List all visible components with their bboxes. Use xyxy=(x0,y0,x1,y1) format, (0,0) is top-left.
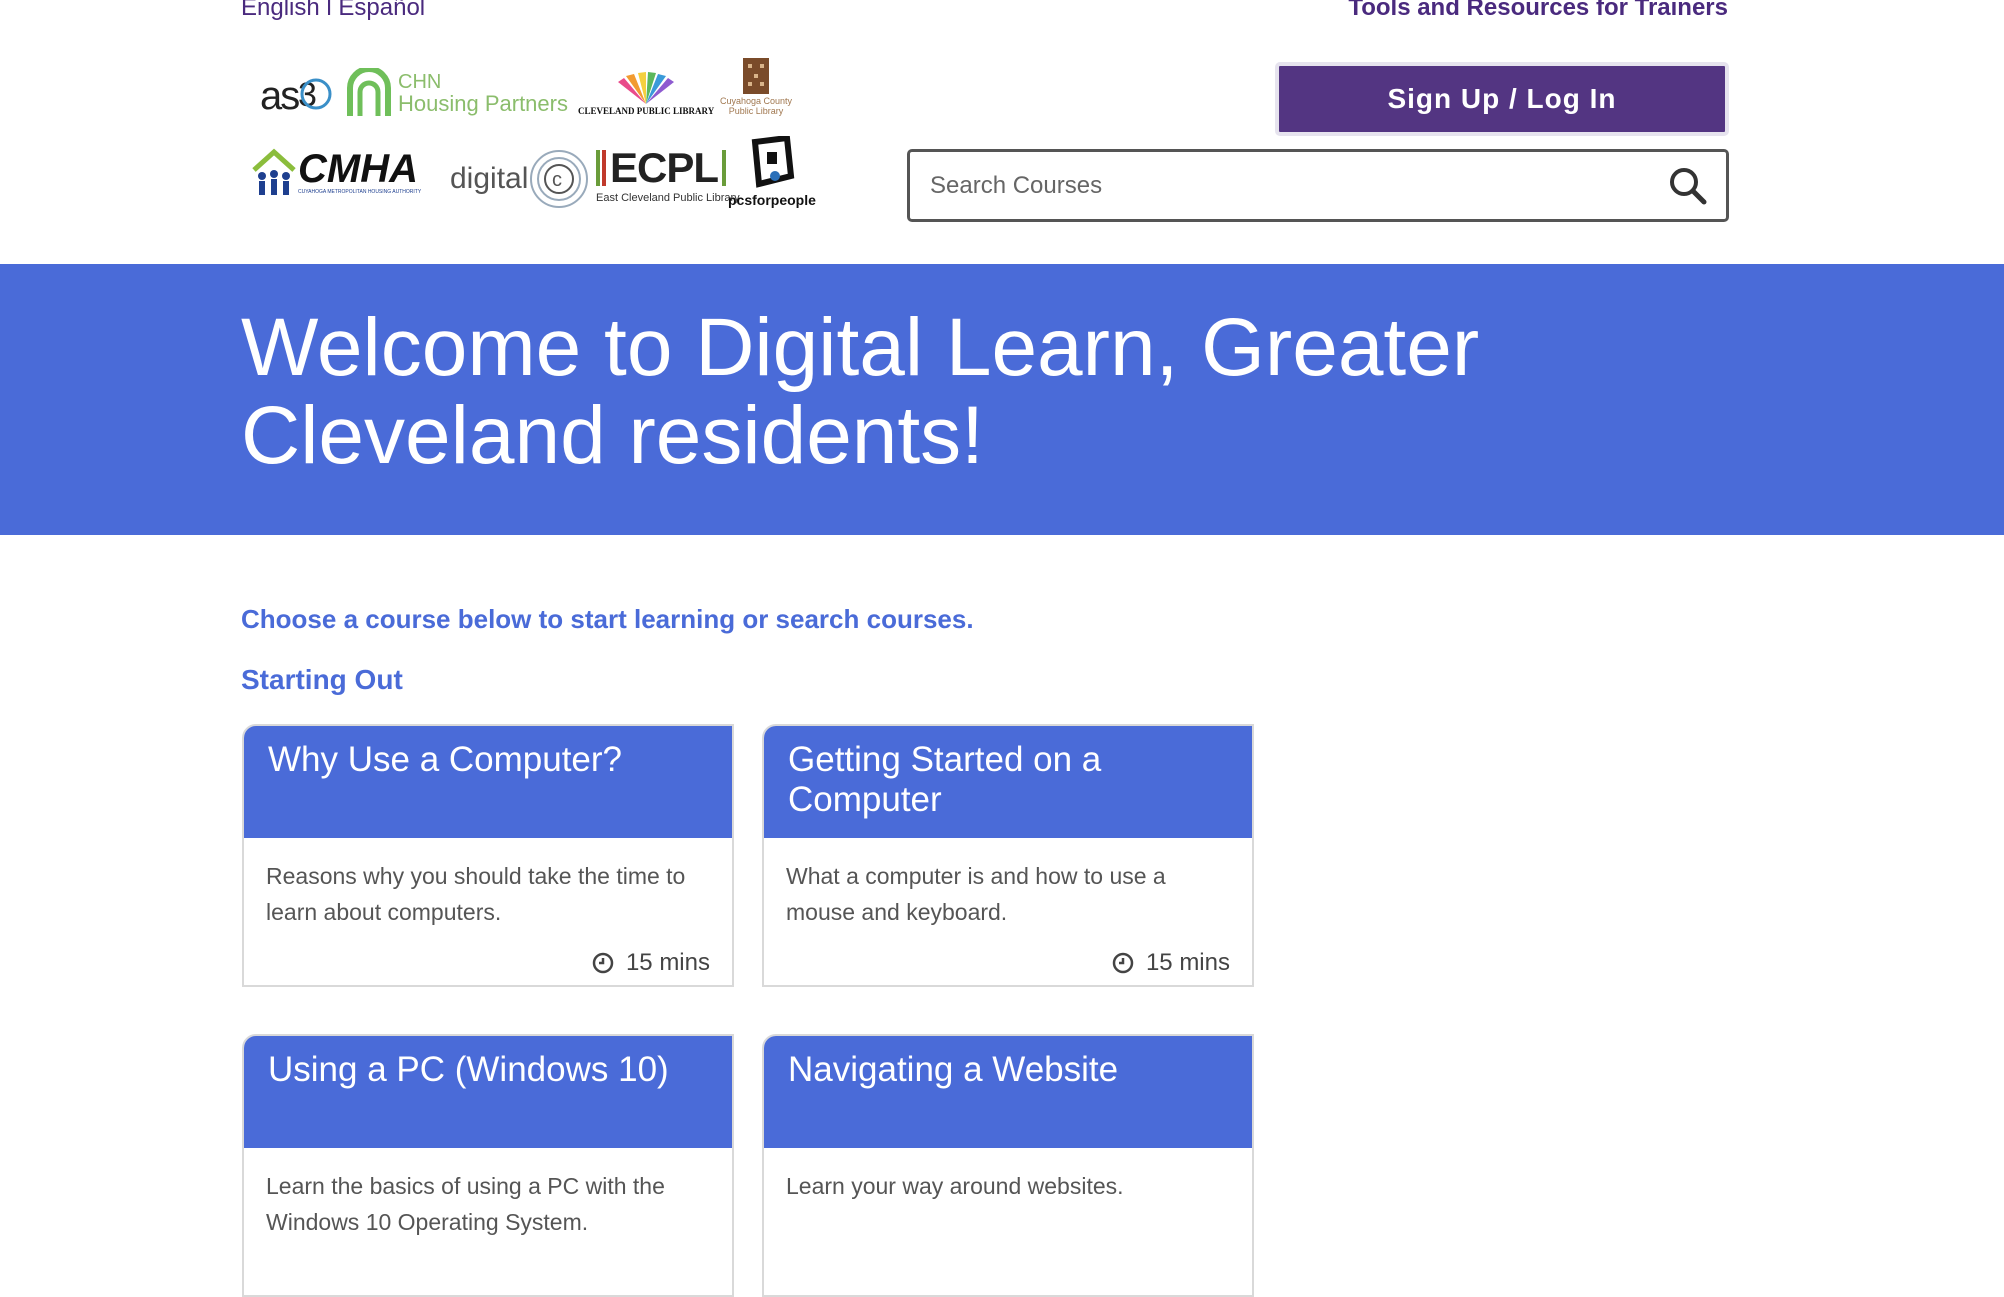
course-card[interactable]: Getting Started on a Computer What a com… xyxy=(762,724,1254,987)
search-icon[interactable] xyxy=(1668,166,1708,206)
lang-espanol-link[interactable]: Español xyxy=(338,0,425,21)
clock-icon xyxy=(592,952,614,974)
cmha-logo: CMHA CUYAHOGA METROPOLITAN HOUSING AUTHO… xyxy=(250,146,421,198)
ecpl-logo: ECPL East Cleveland Public Library xyxy=(596,144,740,204)
pcs-for-people-mark-icon xyxy=(751,136,795,188)
digital-c-logo: digital c xyxy=(450,148,590,210)
cpl-fan-icon xyxy=(618,72,675,104)
clock-icon xyxy=(1112,952,1134,974)
course-description: Learn your way around websites. xyxy=(786,1173,1124,1199)
svg-text:c: c xyxy=(552,169,562,191)
course-card[interactable]: Why Use a Computer? Reasons why you shou… xyxy=(242,724,734,987)
course-card[interactable]: Navigating a Website Learn your way arou… xyxy=(762,1034,1254,1297)
welcome-banner: Welcome to Digital Learn, Greater Clevel… xyxy=(0,264,2004,535)
aseb-logo: as 3 xyxy=(260,72,334,120)
cleveland-public-library-logo: CLEVELAND PUBLIC LIBRARY xyxy=(578,72,714,116)
course-duration: 15 mins xyxy=(1112,949,1230,977)
cuyahoga-county-library-logo: Cuyahoga County Public Library xyxy=(720,56,792,116)
language-switcher: English l Español xyxy=(241,0,425,22)
course-title[interactable]: Why Use a Computer? xyxy=(244,726,732,838)
course-description: What a computer is and how to use a mous… xyxy=(786,863,1166,925)
cmha-house-icon xyxy=(252,148,296,195)
digital-c-circle-icon: c xyxy=(530,150,589,208)
search-box xyxy=(907,149,1729,222)
course-title[interactable]: Getting Started on a Computer xyxy=(764,726,1252,838)
chn-housing-partners-logo: CHN Housing Partners xyxy=(346,68,568,118)
chn-arch-icon xyxy=(347,68,391,116)
duration-text: 15 mins xyxy=(1145,949,1230,976)
course-description: Reasons why you should take the time to … xyxy=(266,863,686,925)
aseb-mark-icon: 3 xyxy=(298,76,332,114)
ccpl-building-icon xyxy=(743,58,770,94)
intro-text: Choose a course below to start learning … xyxy=(241,604,974,634)
page-title: Welcome to Digital Learn, Greater Clevel… xyxy=(241,302,1480,481)
pcs-for-people-logo: pcsforpeople xyxy=(728,136,816,208)
course-description: Learn the basics of using a PC with the … xyxy=(266,1173,665,1235)
section-title-starting-out: Starting Out xyxy=(241,664,403,695)
search-input[interactable] xyxy=(928,170,1668,201)
course-title[interactable]: Navigating a Website xyxy=(764,1036,1252,1148)
lang-separator: l xyxy=(319,0,339,21)
course-title[interactable]: Using a PC (Windows 10) xyxy=(244,1036,732,1148)
course-card[interactable]: Using a PC (Windows 10) Learn the basics… xyxy=(242,1034,734,1297)
partner-logos: as 3 CHN Housing Partners CLEVELAND PUBL… xyxy=(250,50,830,230)
lang-english-link[interactable]: English xyxy=(241,0,320,21)
trainers-resources-link[interactable]: Tools and Resources for Trainers xyxy=(1348,0,1728,22)
signup-login-button[interactable]: Sign Up / Log In xyxy=(1275,62,1729,136)
duration-text: 15 mins xyxy=(625,949,710,976)
course-duration: 15 mins xyxy=(592,949,710,977)
